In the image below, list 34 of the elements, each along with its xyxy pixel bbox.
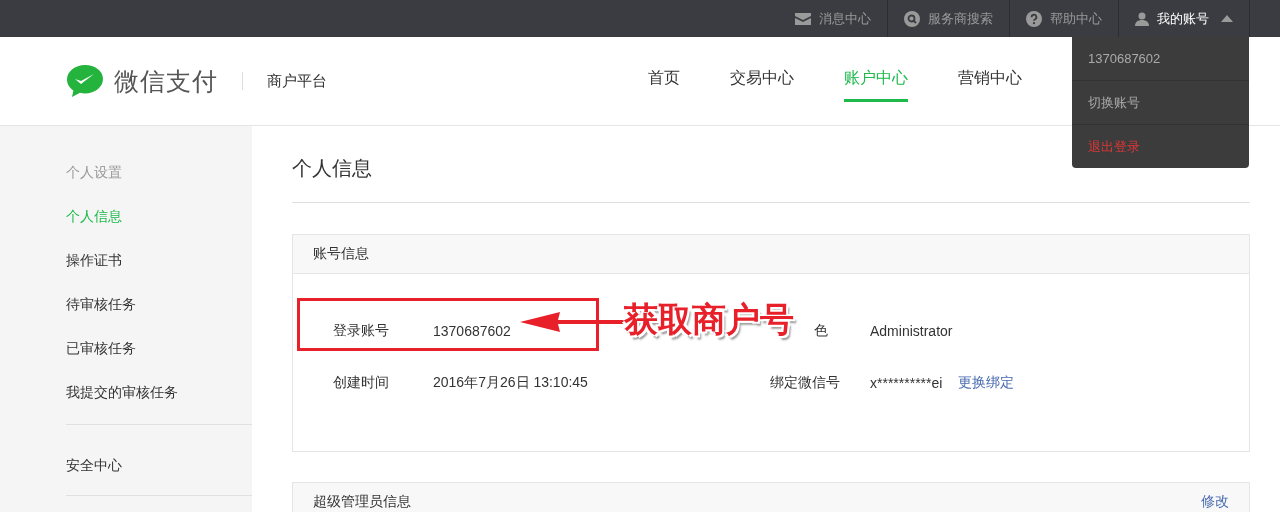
nav-tab[interactable]: 首页 [648, 60, 680, 102]
sidebar-item[interactable]: 已审核任务 [66, 326, 252, 370]
field-value: x**********ei [870, 375, 943, 391]
sidebar-heading: 个人设置 [66, 163, 123, 182]
field-label: 色 [813, 322, 829, 340]
caret-icon [1221, 15, 1233, 22]
platform-name: 商户平台 [267, 71, 327, 91]
change-binding-link[interactable]: 更换绑定 [958, 374, 1015, 392]
panel-title: 超级管理员信息 [313, 493, 411, 511]
help-icon [1026, 10, 1042, 27]
account-number: 1370687602 [1087, 50, 1162, 68]
annotation-text: 获取商户号 [624, 299, 794, 340]
sidebar-item[interactable]: 操作证书 [66, 238, 252, 282]
nav-tab[interactable]: 营销中心 [958, 60, 1022, 102]
brand-name: 微信支付 [114, 65, 218, 97]
field-label: 登录账号 [333, 322, 390, 340]
sidebar-item[interactable]: 待审核任务 [66, 282, 252, 326]
logo-icon [66, 64, 104, 98]
field-value: Administrator [870, 323, 953, 339]
nav-tab[interactable]: 交易中心 [730, 60, 794, 102]
field-label: 绑定微信号 [770, 374, 841, 392]
panel-title: 账号信息 [313, 245, 369, 263]
top-link[interactable]: 消息中心 [779, 0, 887, 37]
sidebar-item[interactable]: 我提交的审核任务 [66, 370, 252, 414]
sidebar-item[interactable]: 安全中心 [66, 443, 252, 487]
field-value: 1370687602 [433, 323, 511, 339]
edit-link[interactable]: 修改 [1201, 493, 1229, 511]
search-icon [904, 10, 920, 27]
field-label: 创建时间 [333, 374, 390, 392]
top-link[interactable]: 服务商搜索 [887, 0, 1009, 37]
mail-icon [795, 12, 811, 25]
user-icon [1135, 11, 1149, 26]
menu-item[interactable]: 切换账号 [1072, 80, 1249, 124]
field-value: 2016年7月26日 13:10:45 [433, 374, 588, 392]
